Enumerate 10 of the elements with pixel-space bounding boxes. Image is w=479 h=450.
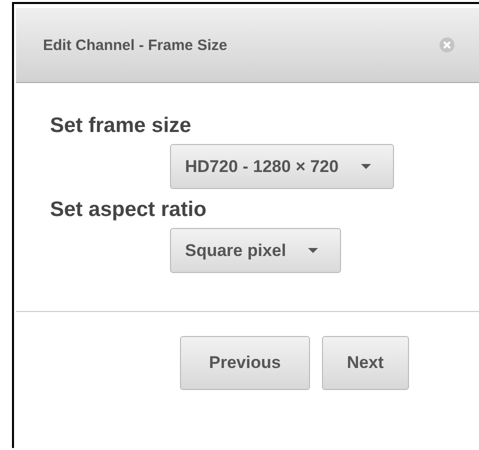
field-label: Set aspect ratio: [50, 197, 208, 223]
dropdown[interactable]: Square pixel: [170, 228, 342, 273]
next-button[interactable]: Next: [322, 336, 409, 390]
close-icon[interactable]: [439, 37, 455, 53]
previous-button[interactable]: Previous: [180, 336, 310, 390]
caret-icon: [308, 248, 318, 253]
dialog-title: Edit Channel - Frame Size: [43, 36, 228, 54]
caret-icon: [360, 164, 371, 169]
dropdown[interactable]: HD720 - 1280 × 720: [170, 144, 394, 189]
field-label: Set frame size: [50, 113, 192, 139]
